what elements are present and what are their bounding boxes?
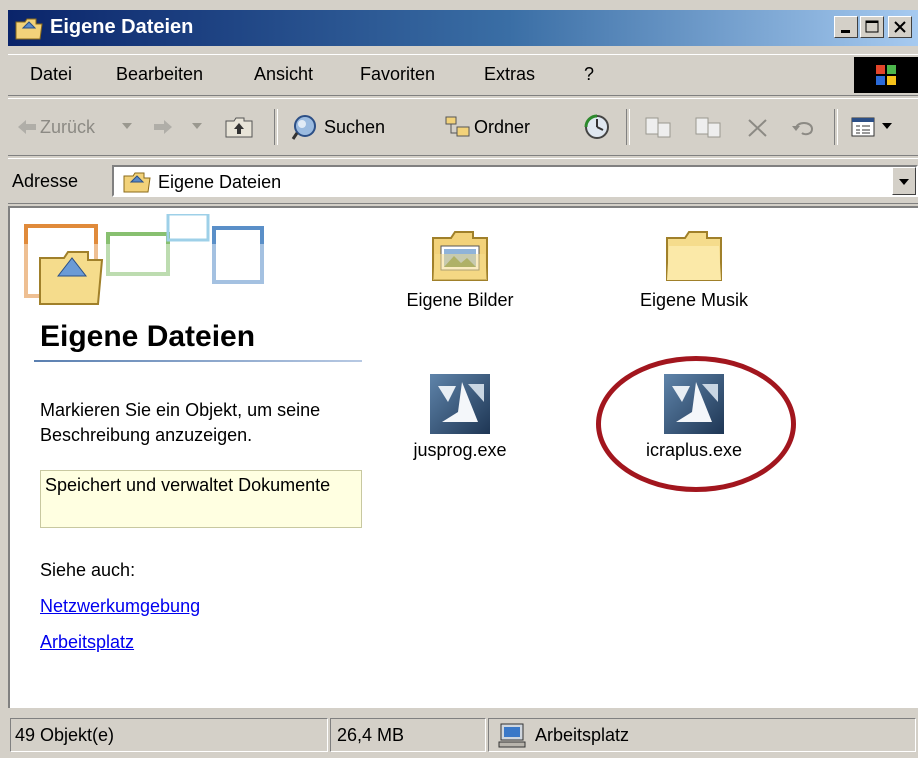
item-label: jusprog.exe	[413, 440, 507, 460]
back-arrow-icon	[18, 120, 36, 134]
menu-bar: Datei Bearbeiten Ansicht Favoriten Extra…	[8, 54, 918, 96]
folder-up-icon	[225, 117, 253, 138]
folder-icon	[123, 172, 151, 193]
menu-datei[interactable]: Datei	[30, 64, 72, 85]
menu-extras[interactable]: Extras	[484, 64, 535, 85]
panel-description: Markieren Sie ein Objekt, um seine Besch…	[40, 400, 321, 445]
address-bar: Adresse Eigene Dateien	[8, 158, 918, 204]
delete-x-icon	[748, 119, 767, 137]
move-to-icon	[645, 117, 671, 138]
chevron-down-icon	[192, 123, 202, 129]
status-object-count: 49 Objekt(e)	[10, 718, 328, 752]
explorer-window: Eigene Dateien Datei Bearbeiten Ansicht …	[0, 0, 918, 758]
chevron-down-icon	[882, 123, 892, 129]
item-label: Eigene Bilder	[406, 290, 514, 310]
undo-button[interactable]	[784, 107, 824, 147]
panel-divider	[34, 360, 362, 362]
search-icon	[291, 115, 316, 140]
search-label: Suchen	[324, 117, 386, 137]
list-item-eigene-musik[interactable]: Eigene Musik	[609, 224, 779, 311]
address-field[interactable]: Eigene Dateien	[112, 165, 918, 197]
forward-button[interactable]	[144, 107, 184, 147]
see-also-heading: Siehe auch:	[40, 560, 136, 580]
panel-info-box: Speichert und verwaltet Dokumente	[40, 470, 362, 528]
status-objects-text: 49 Objekt(e)	[15, 725, 115, 745]
window-title: Eigene Dateien	[50, 16, 194, 38]
close-button[interactable]	[888, 16, 912, 38]
toolbar-separator	[626, 109, 630, 145]
panel-title: Eigene Dateien	[40, 320, 256, 353]
list-item-eigene-bilder[interactable]: Eigene Bilder	[375, 224, 545, 311]
forward-arrow-icon	[154, 120, 172, 134]
back-button[interactable]: Zurück	[14, 107, 114, 147]
windows-logo	[854, 57, 918, 93]
folders-tree-icon	[445, 116, 470, 137]
computer-icon	[498, 723, 526, 748]
chevron-down-icon	[122, 123, 132, 129]
address-dropdown-button[interactable]	[892, 167, 916, 195]
highlight-annotation	[596, 356, 796, 492]
status-location: Arbeitsplatz	[488, 718, 916, 752]
minimize-icon	[841, 30, 850, 33]
undo-icon	[792, 122, 814, 136]
content-pane: Eigene Dateien Markieren Sie ein Objekt,…	[8, 206, 918, 708]
folder-icon	[15, 18, 43, 40]
move-to-button[interactable]	[640, 107, 680, 147]
back-dropdown[interactable]	[118, 107, 140, 147]
history-button[interactable]	[578, 107, 618, 147]
address-value: Eigene Dateien	[158, 172, 282, 192]
status-size-text: 26,4 MB	[337, 725, 405, 745]
copy-to-button[interactable]	[690, 107, 730, 147]
maximize-button[interactable]	[860, 16, 884, 38]
folder-banner-icon	[18, 214, 268, 314]
minimize-button[interactable]	[834, 16, 858, 38]
item-label: Eigene Musik	[639, 290, 749, 310]
title-bar[interactable]: Eigene Dateien	[8, 10, 918, 46]
folders-button[interactable]: Ordner	[434, 107, 564, 147]
close-icon	[894, 21, 906, 33]
windows-flag-icon	[876, 65, 896, 85]
chevron-down-icon	[899, 179, 909, 185]
delete-button[interactable]	[740, 107, 776, 147]
copy-to-icon	[695, 117, 721, 138]
list-item-jusprog[interactable]: jusprog.exe	[375, 372, 545, 461]
views-button[interactable]	[848, 107, 908, 147]
menu-favoriten[interactable]: Favoriten	[360, 64, 435, 85]
link-netzwerkumgebung[interactable]: Netzwerkumgebung	[40, 596, 200, 617]
up-button[interactable]	[216, 107, 264, 147]
menu-help[interactable]: ?	[584, 64, 594, 85]
views-icon	[851, 117, 875, 137]
standard-toolbar: Zurück Suchen Ordner	[8, 98, 918, 156]
back-label: Zurück	[40, 117, 96, 137]
search-button[interactable]: Suchen	[288, 107, 422, 147]
menu-ansicht[interactable]: Ansicht	[254, 64, 313, 85]
menu-bearbeiten[interactable]: Bearbeiten	[116, 64, 203, 85]
history-icon	[584, 114, 609, 139]
folder-icon	[666, 231, 722, 281]
address-label: Adresse	[12, 171, 79, 191]
status-bar: 49 Objekt(e) 26,4 MB Arbeitsplatz	[8, 712, 918, 758]
application-icon	[430, 374, 490, 434]
maximize-icon	[865, 20, 879, 33]
status-size: 26,4 MB	[330, 718, 486, 752]
pictures-folder-icon	[432, 231, 488, 281]
link-arbeitsplatz[interactable]: Arbeitsplatz	[40, 632, 134, 653]
status-location-text: Arbeitsplatz	[535, 725, 630, 745]
folders-label: Ordner	[474, 117, 531, 137]
toolbar-separator	[834, 109, 838, 145]
forward-dropdown[interactable]	[188, 107, 210, 147]
toolbar-separator	[274, 109, 278, 145]
